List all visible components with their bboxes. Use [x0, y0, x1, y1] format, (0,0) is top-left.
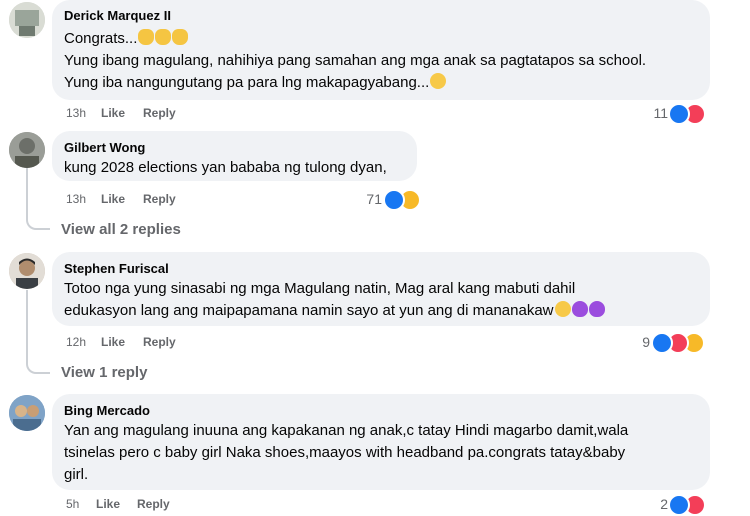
reply-button[interactable]: Reply: [143, 335, 176, 349]
reply-button[interactable]: Reply: [137, 497, 170, 511]
reaction-count[interactable]: 11: [648, 105, 668, 121]
reply-button[interactable]: Reply: [143, 192, 176, 206]
comment-text-line: Yung ibang magulang, nahihiya pang samah…: [64, 52, 647, 69]
comment-text-line: kung 2028 elections yan bababa ng tulong…: [64, 159, 387, 176]
comment-author[interactable]: Stephen Furiscal: [64, 261, 169, 276]
comment-timestamp[interactable]: 13h: [66, 192, 86, 206]
like-reaction-icon: [651, 332, 673, 354]
reaction-count[interactable]: 71: [360, 191, 382, 207]
view-replies-link[interactable]: View 1 reply: [61, 364, 147, 381]
reply-button[interactable]: Reply: [143, 106, 176, 120]
comment-text-line: Totoo nga yung sinasabi ng mga Magulang …: [64, 280, 576, 297]
avatar[interactable]: [9, 395, 45, 431]
thread-line: [26, 290, 28, 362]
like-button[interactable]: Like: [96, 497, 120, 511]
thread-connector: [26, 216, 50, 230]
purple-heart-icon: [571, 301, 588, 317]
like-button[interactable]: Like: [101, 106, 125, 120]
comment-text-line: Yung iba nangungutang pa para lng makapa…: [64, 72, 447, 94]
like-button[interactable]: Like: [101, 192, 125, 206]
comment-text-line: girl.: [64, 466, 89, 483]
avatar[interactable]: [9, 132, 45, 168]
avatar[interactable]: [9, 2, 45, 38]
comment-text-line: Congrats...: [64, 28, 189, 50]
thread-connector: [26, 360, 50, 374]
reaction-count[interactable]: 9: [636, 334, 650, 350]
reaction-count[interactable]: 2: [650, 496, 668, 512]
comment-author[interactable]: Gilbert Wong: [64, 140, 145, 155]
clapping-hands-icon: [138, 29, 155, 45]
clapping-hands-icon: [155, 29, 172, 45]
view-replies-link[interactable]: View all 2 replies: [61, 221, 181, 238]
like-reaction-icon: [383, 189, 405, 211]
purple-heart-icon: [588, 301, 605, 317]
comment-text-line: tsinelas pero c baby girl Naka shoes,maa…: [64, 444, 626, 461]
avatar[interactable]: [9, 253, 45, 289]
comment-text-line: Yan ang magulang inuuna ang kapakanan ng…: [64, 422, 629, 439]
clapping-hands-icon: [172, 29, 189, 45]
like-reaction-icon: [668, 103, 690, 125]
smiling-face-icon: [430, 73, 447, 89]
comment-text-line: edukasyon lang ang maipapamana namin say…: [64, 300, 605, 322]
face-icon: [554, 301, 571, 317]
comment-author[interactable]: Derick Marquez II: [64, 8, 171, 23]
comment-timestamp[interactable]: 13h: [66, 106, 86, 120]
thread-line: [26, 168, 28, 218]
comment-author[interactable]: Bing Mercado: [64, 403, 150, 418]
comment-timestamp[interactable]: 12h: [66, 335, 86, 349]
comment-timestamp[interactable]: 5h: [66, 497, 79, 511]
like-button[interactable]: Like: [101, 335, 125, 349]
